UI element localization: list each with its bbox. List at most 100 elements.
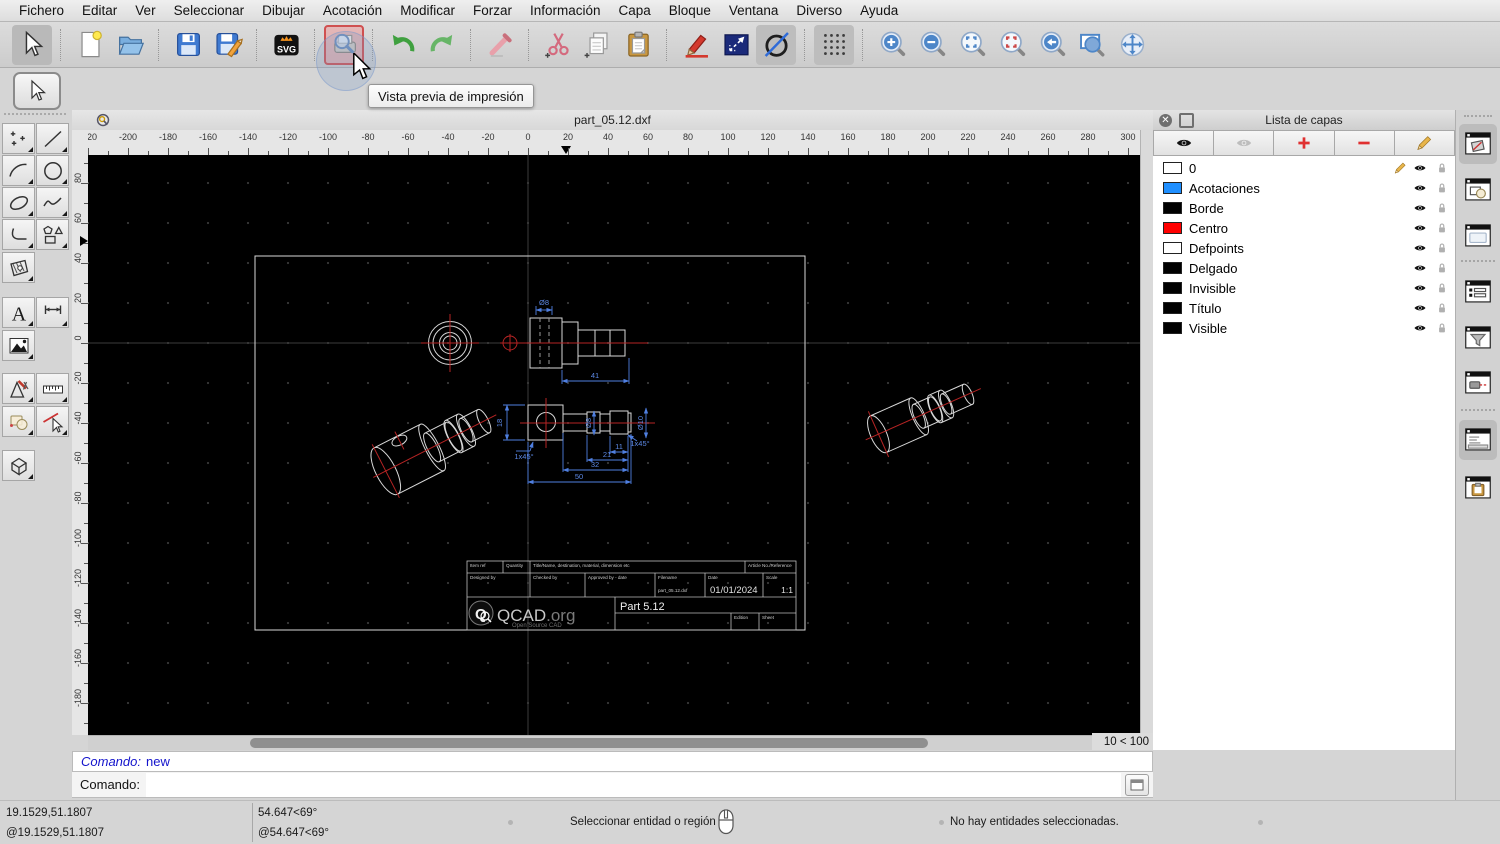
layer-row-delgado[interactable]: Delgado <box>1153 258 1455 278</box>
zoom-fit-button[interactable] <box>952 25 992 65</box>
layer-lock-icon[interactable] <box>1435 301 1449 315</box>
layer-toolbar-plus-button[interactable] <box>1274 130 1335 156</box>
layer-row-acotaciones[interactable]: Acotaciones <box>1153 178 1455 198</box>
draw-pencil-button[interactable] <box>676 25 716 65</box>
layer-lock-icon[interactable] <box>1435 181 1449 195</box>
layer-row-título[interactable]: Título <box>1153 298 1455 318</box>
layer-row-invisible[interactable]: Invisible <box>1153 278 1455 298</box>
eraser-button[interactable] <box>480 25 520 65</box>
print-preview-button[interactable] <box>316 24 376 91</box>
palette-tool-line[interactable] <box>36 123 69 154</box>
menu-informacion[interactable]: Información <box>521 3 610 18</box>
dashed-arrow-box-button[interactable] <box>716 25 756 65</box>
save-as-button[interactable] <box>208 25 248 65</box>
layer-color-swatch[interactable] <box>1163 242 1182 254</box>
dock-selection-filter[interactable] <box>1459 318 1497 358</box>
layer-visibility-eye-icon[interactable] <box>1413 201 1427 215</box>
menu-acotacion[interactable]: Acotación <box>314 3 391 18</box>
horizontal-scrollbar[interactable] <box>88 735 1092 750</box>
menu-bloque[interactable]: Bloque <box>660 3 720 18</box>
palette-tool-text[interactable]: A <box>2 297 35 328</box>
dock-block-list[interactable] <box>1459 170 1497 210</box>
zoom-previous-button[interactable] <box>1032 25 1072 65</box>
layer-lock-icon[interactable] <box>1435 241 1449 255</box>
menu-fichero[interactable]: Fichero <box>10 3 73 18</box>
layer-lock-icon[interactable] <box>1435 221 1449 235</box>
menu-modificar[interactable]: Modificar <box>391 3 464 18</box>
palette-tool-block[interactable] <box>2 406 35 437</box>
selection-tool-button[interactable] <box>12 24 52 65</box>
redo-button[interactable] <box>422 25 462 65</box>
layer-color-swatch[interactable] <box>1163 202 1182 214</box>
svg-export-button[interactable]: SVG <box>266 25 306 65</box>
menu-diverso[interactable]: Diverso <box>787 3 851 18</box>
command-input[interactable] <box>145 772 1121 797</box>
dock-layer-list[interactable] <box>1459 124 1497 164</box>
command-options-button[interactable] <box>1125 773 1149 796</box>
palette-tool-modify[interactable] <box>2 373 35 404</box>
dock-reference-widget[interactable] <box>1459 363 1497 403</box>
open-file-button[interactable] <box>110 25 150 65</box>
layer-lock-icon[interactable] <box>1435 281 1449 295</box>
float-panel-icon[interactable] <box>1179 112 1194 128</box>
palette-tool-shape[interactable] <box>36 219 69 250</box>
layer-visibility-eye-icon[interactable] <box>1413 321 1427 335</box>
zoom-window-button[interactable] <box>1072 25 1112 65</box>
menu-seleccionar[interactable]: Seleccionar <box>165 3 254 18</box>
zoom-out-button[interactable] <box>912 25 952 65</box>
layer-row-borde[interactable]: Borde <box>1153 198 1455 218</box>
palette-tool-spline[interactable] <box>36 187 69 218</box>
palette-tool-dimension[interactable] <box>36 297 69 328</box>
menu-ver[interactable]: Ver <box>126 3 164 18</box>
grid-toggle-button[interactable] <box>814 24 854 65</box>
layer-lock-icon[interactable] <box>1435 321 1449 335</box>
layer-color-swatch[interactable] <box>1163 222 1182 234</box>
palette-tool-solid[interactable] <box>2 450 35 481</box>
layer-color-swatch[interactable] <box>1163 262 1182 274</box>
layer-color-swatch[interactable] <box>1163 282 1182 294</box>
layer-visibility-eye-icon[interactable] <box>1413 301 1427 315</box>
palette-tool-image[interactable] <box>2 330 35 361</box>
palette-tool-circle[interactable] <box>36 155 69 186</box>
layer-color-swatch[interactable] <box>1163 182 1182 194</box>
menu-capa[interactable]: Capa <box>610 3 660 18</box>
layer-toolbar-eye-button[interactable] <box>1153 130 1215 156</box>
menu-ventana[interactable]: Ventana <box>720 3 788 18</box>
copy-button[interactable] <box>578 25 618 65</box>
close-icon[interactable]: ✕ <box>1159 113 1172 127</box>
palette-tool-ellipse[interactable] <box>2 187 35 218</box>
layer-visibility-eye-icon[interactable] <box>1413 221 1427 235</box>
layer-toolbar-pencil-button[interactable] <box>1394 130 1456 156</box>
layer-toolbar-eye-off-button[interactable] <box>1214 130 1275 156</box>
cut-button[interactable] <box>538 25 578 65</box>
pan-button[interactable] <box>1112 25 1152 65</box>
undo-button[interactable] <box>382 25 422 65</box>
layer-lock-icon[interactable] <box>1435 161 1449 175</box>
palette-tool-measure[interactable] <box>36 373 69 404</box>
palette-tool-polyline[interactable] <box>2 219 35 250</box>
dock-property-editor[interactable] <box>1459 272 1497 312</box>
menu-editar[interactable]: Editar <box>73 3 126 18</box>
layer-visibility-eye-icon[interactable] <box>1413 241 1427 255</box>
layer-visibility-eye-icon[interactable] <box>1413 181 1427 195</box>
menu-ayuda[interactable]: Ayuda <box>851 3 907 18</box>
layer-color-swatch[interactable] <box>1163 322 1182 334</box>
layer-lock-icon[interactable] <box>1435 201 1449 215</box>
drawing-canvas[interactable]: Ø8 41 18 1x45° Ø8 Ø10 1x45° 11 21 32 50 … <box>88 155 1140 735</box>
layer-toolbar-minus-button[interactable] <box>1334 130 1395 156</box>
save-button[interactable] <box>168 25 208 65</box>
zoom-auto-button[interactable] <box>992 25 1032 65</box>
palette-tool-select-line[interactable] <box>36 406 69 437</box>
layer-visibility-eye-icon[interactable] <box>1413 281 1427 295</box>
new-document-button[interactable] <box>70 25 110 65</box>
layer-lock-icon[interactable] <box>1435 261 1449 275</box>
circle-slash-button[interactable] <box>756 24 796 65</box>
dock-command-line[interactable] <box>1459 420 1497 460</box>
palette-selection-tool[interactable] <box>13 72 61 110</box>
horizontal-scrollbar-handle[interactable] <box>250 738 928 748</box>
layer-row-visible[interactable]: Visible <box>1153 318 1455 338</box>
layer-row-0[interactable]: 0 <box>1153 158 1455 178</box>
menu-dibujar[interactable]: Dibujar <box>253 3 314 18</box>
menu-forzar[interactable]: Forzar <box>464 3 521 18</box>
palette-tool-points[interactable] <box>2 123 35 154</box>
